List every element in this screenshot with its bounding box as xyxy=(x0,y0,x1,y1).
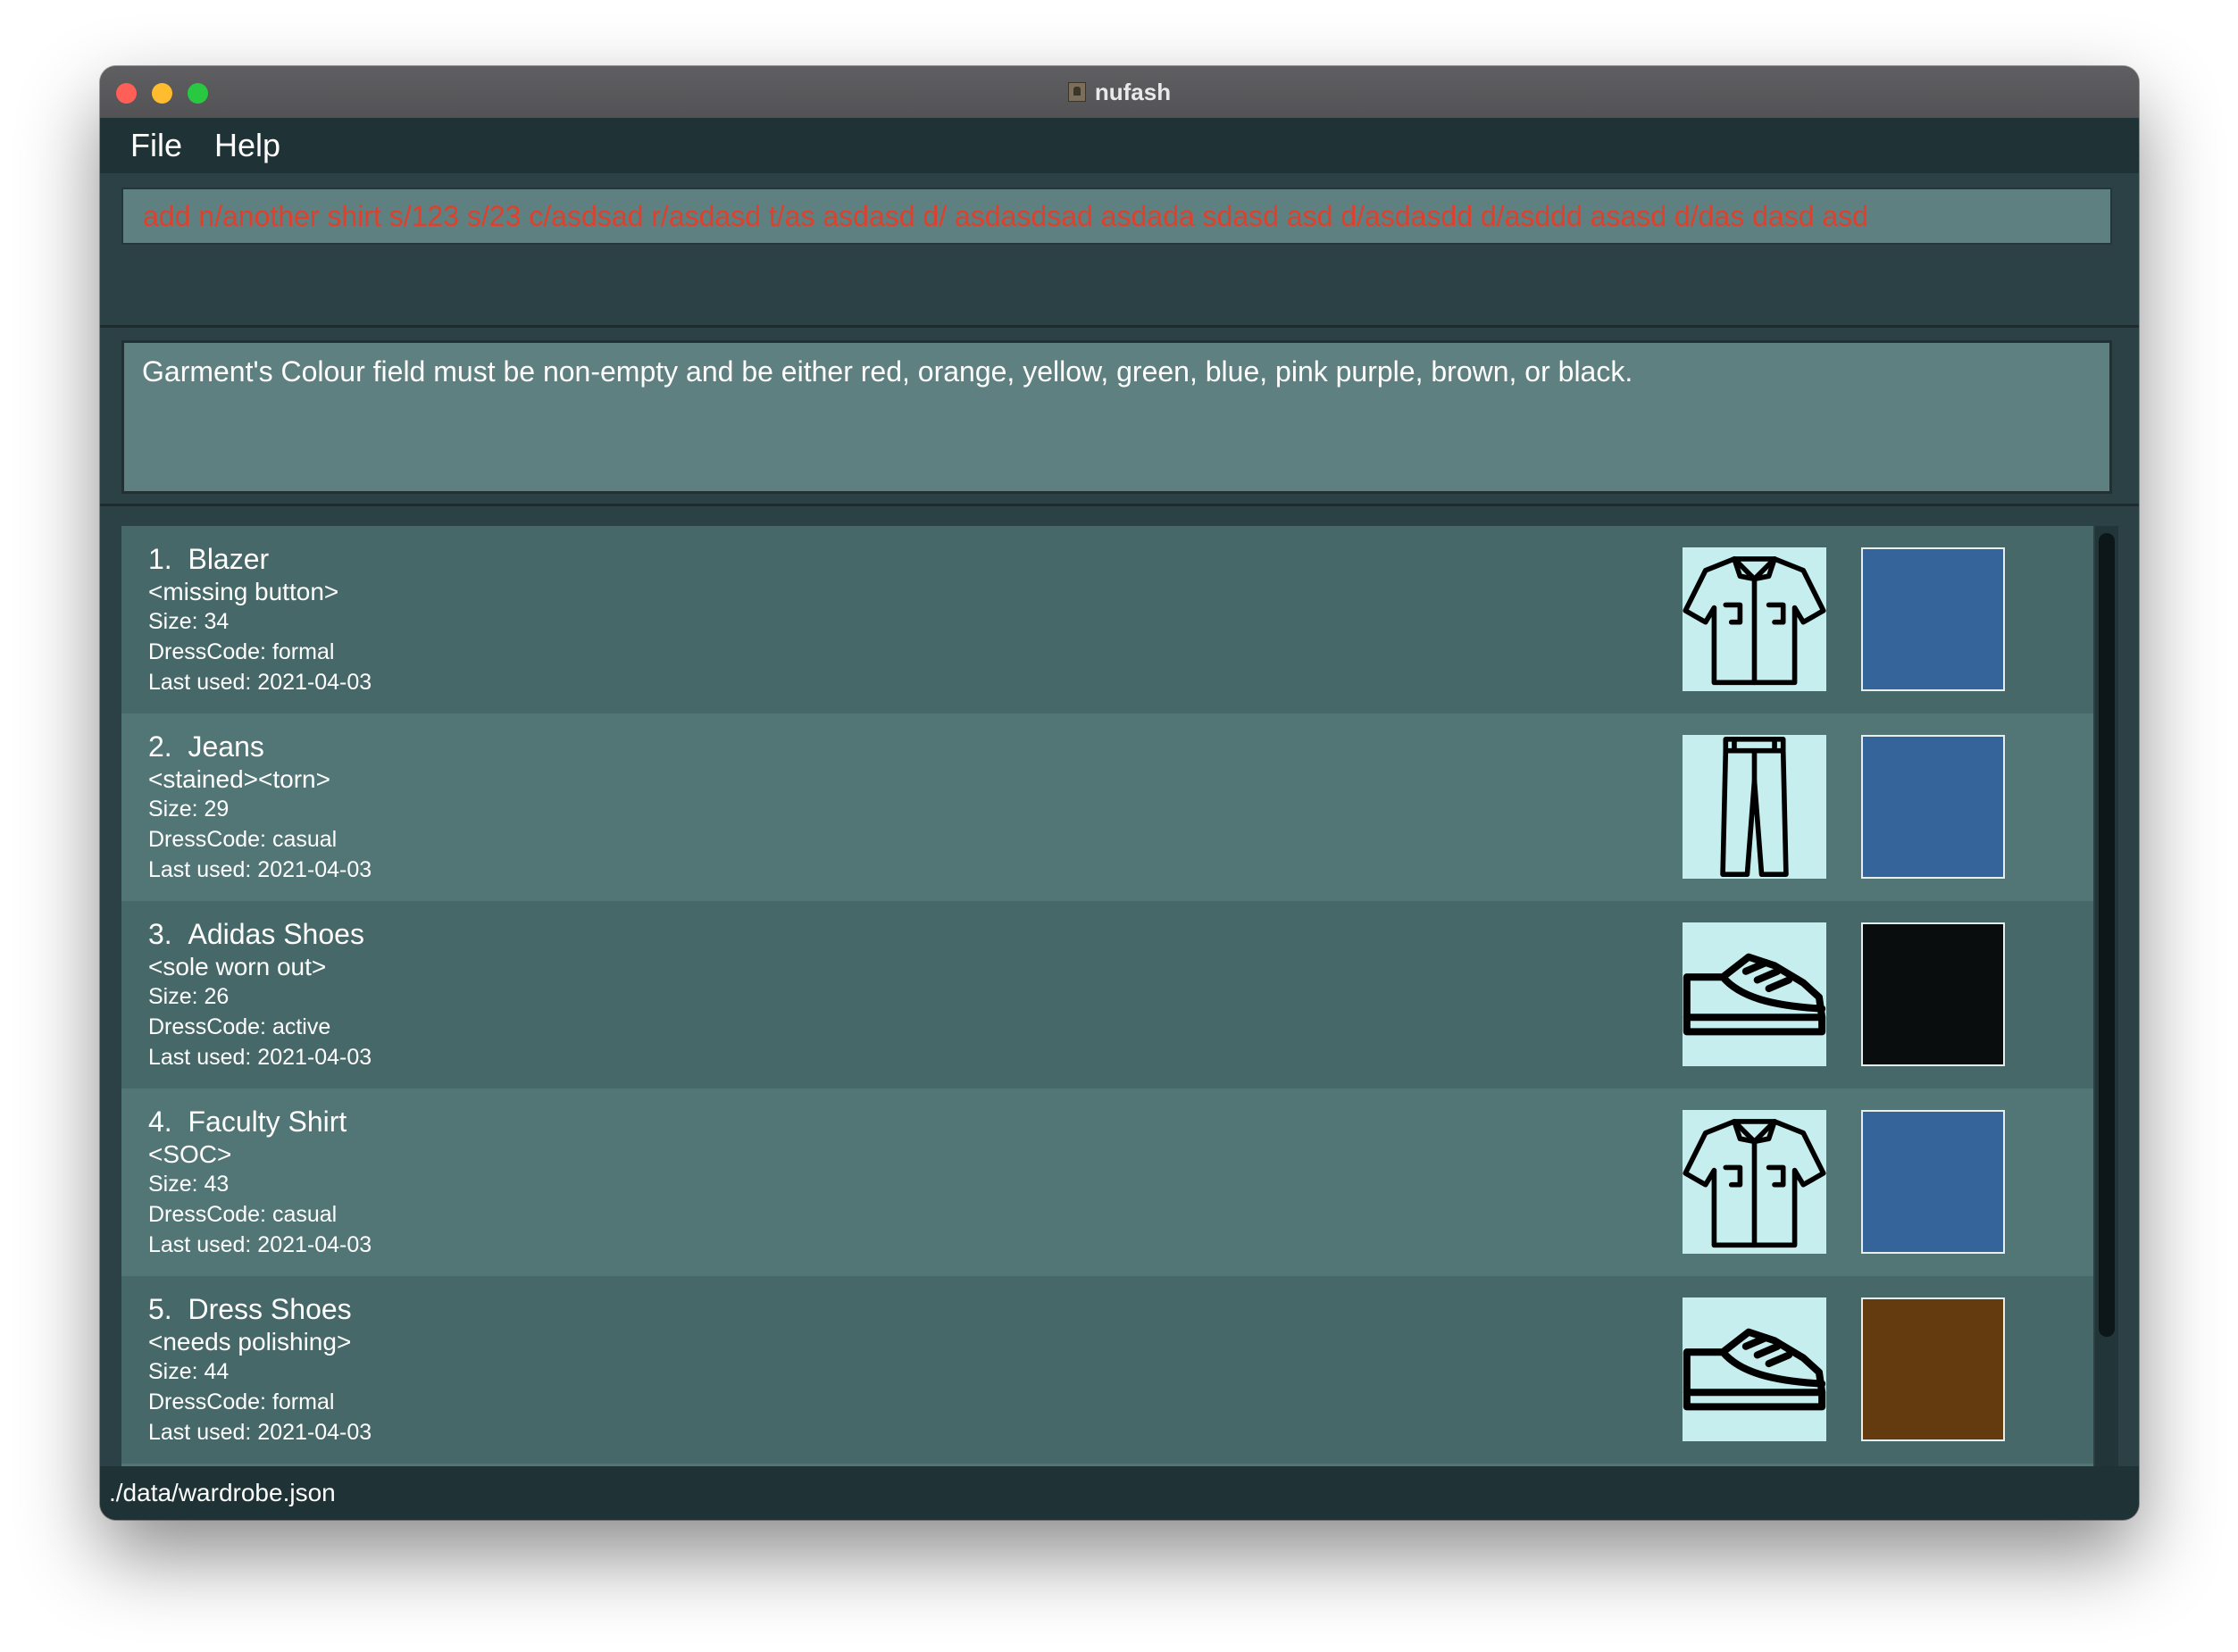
garment-card[interactable]: 5. Dress Shoes <needs polishing> Size: 44 D… xyxy=(121,1276,2093,1464)
menu-file[interactable]: File xyxy=(130,127,182,164)
garment-size: Size: 44 xyxy=(148,1359,230,1384)
garment-index: 1. xyxy=(148,543,172,575)
garment-name-text: Faculty Shirt xyxy=(188,1106,347,1138)
garment-name: 2. Jeans xyxy=(148,730,264,763)
garment-last-used: Last used: 2021-04-03 xyxy=(148,670,372,695)
garment-dresscode: DressCode: casual xyxy=(148,1202,338,1227)
garment-index: 5. xyxy=(148,1293,172,1325)
colour-swatch xyxy=(1861,735,2005,879)
garment-name: 1. Blazer xyxy=(148,542,269,576)
scrollbar-thumb[interactable] xyxy=(2099,533,2115,1337)
garment-name-text: Adidas Shoes xyxy=(188,918,364,950)
garment-last-used: Last used: 2021-04-03 xyxy=(148,1045,372,1070)
menu-help[interactable]: Help xyxy=(214,127,280,164)
colour-swatch xyxy=(1861,1297,2005,1441)
garment-description: <missing button> xyxy=(148,578,339,605)
garment-size: Size: 43 xyxy=(148,1172,230,1197)
app-window: nufash File Help add n/another shirt s/1… xyxy=(100,66,2139,1520)
garment-dresscode: DressCode: formal xyxy=(148,639,335,664)
garment-name: 3. Adidas Shoes xyxy=(148,917,364,951)
garment-list[interactable]: 1. Blazer <missing button> Size: 34 DressCo… xyxy=(121,526,2093,1515)
status-bar: ./data/wardrobe.json xyxy=(100,1466,2139,1520)
shirt-icon xyxy=(1683,547,1826,691)
garment-description: <needs polishing> xyxy=(148,1328,352,1356)
menu-bar: File Help xyxy=(100,118,2139,173)
title-bar: nufash xyxy=(100,66,2139,119)
garment-description: <SOC> xyxy=(148,1140,232,1168)
colour-swatch xyxy=(1861,922,2005,1066)
scrollbar[interactable] xyxy=(2095,526,2118,1515)
garment-name: 5. Dress Shoes xyxy=(148,1292,352,1326)
garment-name-text: Jeans xyxy=(188,730,264,763)
colour-swatch xyxy=(1861,1110,2005,1254)
garment-name-text: Blazer xyxy=(188,543,270,575)
garment-index: 2. xyxy=(148,730,172,763)
garment-dresscode: DressCode: formal xyxy=(148,1389,335,1414)
garment-size: Size: 34 xyxy=(148,609,230,634)
garment-size: Size: 26 xyxy=(148,984,230,1009)
garment-size: Size: 29 xyxy=(148,797,230,822)
garment-card[interactable]: 4. Faculty Shirt <SOC> Size: 43 DressCode: … xyxy=(121,1089,2093,1276)
garment-card[interactable]: 1. Blazer <missing button> Size: 34 DressCo… xyxy=(121,526,2093,713)
garment-card[interactable]: 2. Jeans <stained><torn> Size: 29 DressCode… xyxy=(121,713,2093,901)
data-file-path: ./data/wardrobe.json xyxy=(109,1479,336,1506)
colour-swatch xyxy=(1861,547,2005,691)
garment-dresscode: DressCode: active xyxy=(148,1014,331,1039)
garment-name-text: Dress Shoes xyxy=(188,1293,352,1325)
garment-last-used: Last used: 2021-04-03 xyxy=(148,857,372,882)
app-icon xyxy=(1067,82,1086,102)
shoe-icon xyxy=(1683,1297,1826,1441)
garment-index: 4. xyxy=(148,1106,172,1138)
garment-last-used: Last used: 2021-04-03 xyxy=(148,1232,372,1257)
garment-card[interactable]: 3. Adidas Shoes <sole worn out> Size: 26 Dr… xyxy=(121,901,2093,1089)
pants-icon xyxy=(1683,735,1826,879)
shirt-icon xyxy=(1683,1110,1826,1254)
garment-name: 4. Faculty Shirt xyxy=(148,1105,347,1139)
shoe-icon xyxy=(1683,922,1826,1066)
garment-description: <sole worn out> xyxy=(148,953,327,980)
result-display: Garment's Colour field must be non-empty… xyxy=(121,340,2112,494)
window-title: nufash xyxy=(1094,78,1172,105)
command-input[interactable]: add n/another shirt s/123 s/23 c/asdsad … xyxy=(121,188,2112,245)
garment-description: <stained><torn> xyxy=(148,765,330,793)
garment-last-used: Last used: 2021-04-03 xyxy=(148,1420,372,1445)
result-area: Garment's Colour field must be non-empty… xyxy=(100,325,2139,506)
command-area: add n/another shirt s/123 s/23 c/asdsad … xyxy=(100,173,2139,325)
garment-index: 3. xyxy=(148,918,172,950)
garment-dresscode: DressCode: casual xyxy=(148,827,338,852)
garment-list-panel: 1. Blazer <missing button> Size: 34 DressCo… xyxy=(100,504,2139,1515)
